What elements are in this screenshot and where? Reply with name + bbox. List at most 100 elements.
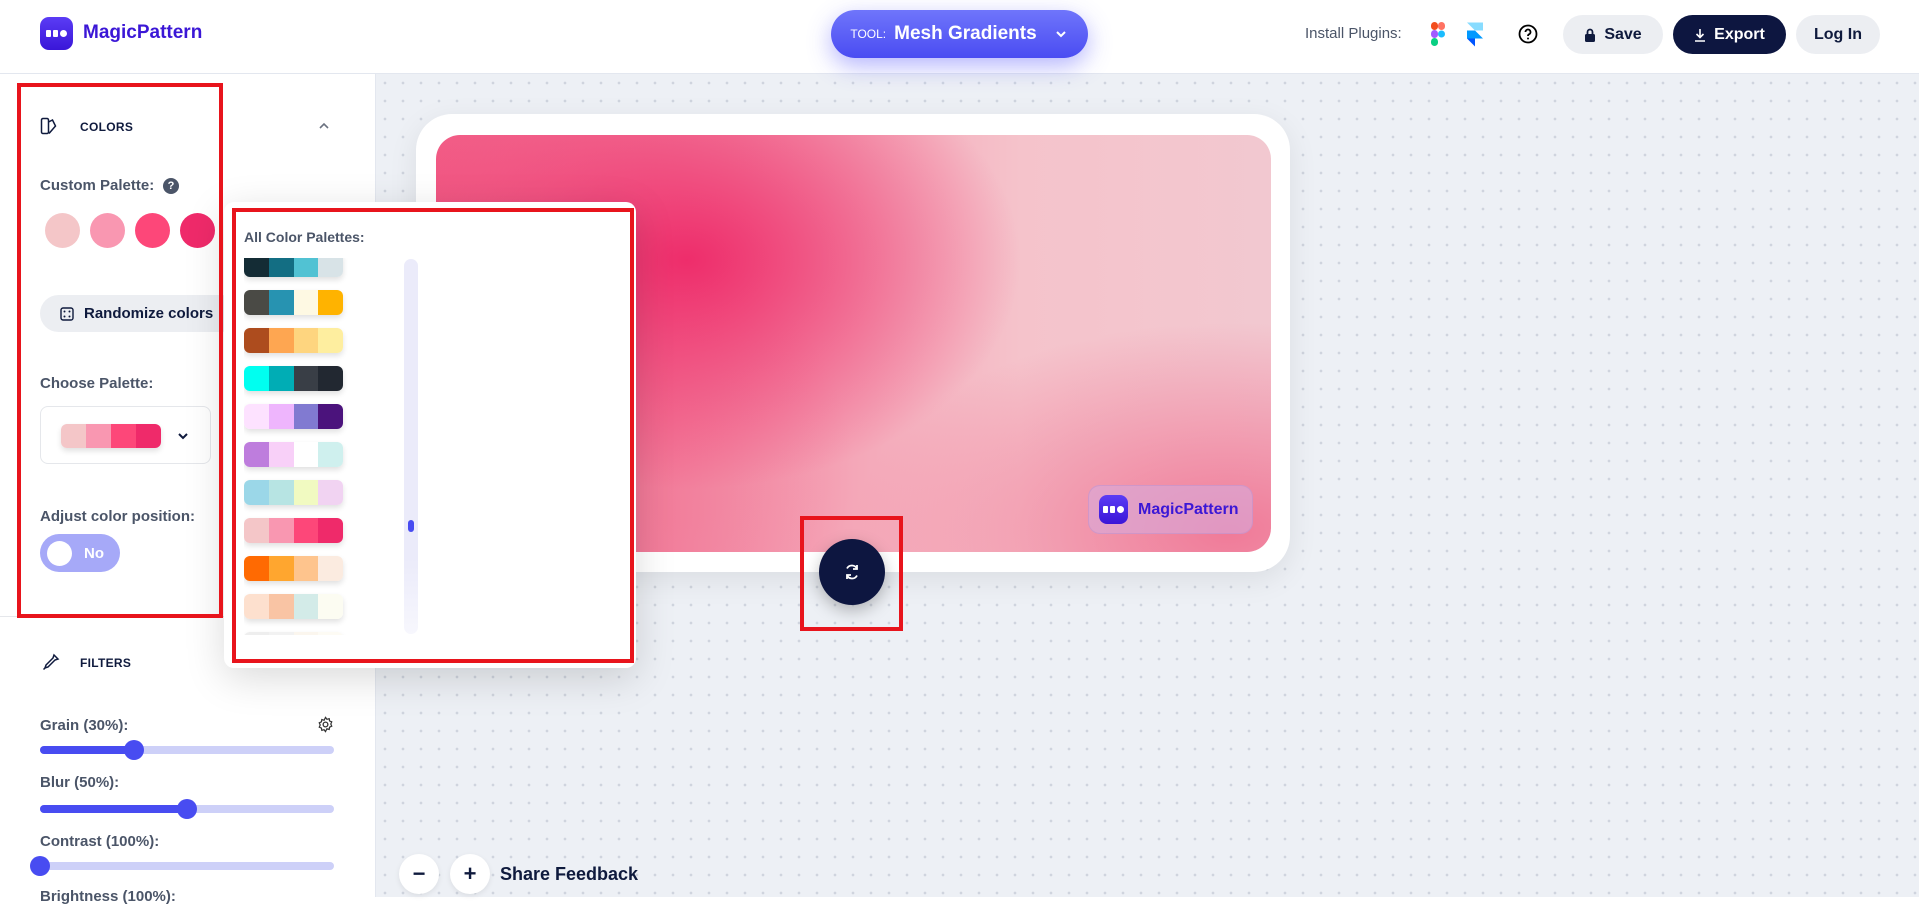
blur-slider[interactable]: [40, 799, 334, 819]
color-chip: [268, 290, 294, 315]
custom-color-swatch[interactable]: [45, 213, 80, 248]
save-button[interactable]: Save: [1563, 15, 1663, 54]
color-chip: [318, 518, 343, 543]
palette-option[interactable]: [244, 366, 343, 391]
tool-selector[interactable]: TOOL: Mesh Gradients: [831, 10, 1088, 58]
color-chip: [268, 518, 294, 543]
palette-list[interactable]: [244, 258, 364, 635]
palette-option[interactable]: [244, 594, 343, 619]
chevron-up-icon[interactable]: [317, 119, 331, 133]
color-chip: [293, 518, 319, 543]
color-chip: [318, 442, 343, 467]
tool-label: TOOL:: [850, 27, 887, 41]
palette-option[interactable]: [244, 632, 343, 635]
eyedropper-icon: [42, 653, 60, 671]
grain-slider[interactable]: [40, 740, 334, 760]
slider-thumb[interactable]: [177, 799, 197, 819]
color-chip: [244, 594, 269, 619]
watermark-badge: MagicPattern: [1088, 485, 1253, 534]
zoom-out-button[interactable]: −: [399, 854, 439, 894]
regenerate-button[interactable]: [819, 539, 885, 605]
toggle-knob: [47, 540, 72, 566]
color-chip: [318, 404, 343, 429]
color-chip: [61, 424, 86, 448]
install-plugins-label: Install Plugins:: [1305, 25, 1402, 42]
adjust-position-toggle[interactable]: No: [40, 534, 120, 572]
color-chip: [318, 480, 343, 505]
help-icon[interactable]: [1518, 24, 1538, 44]
color-chip: [293, 258, 319, 277]
save-label: Save: [1604, 25, 1642, 43]
color-chip: [268, 632, 294, 635]
palette-option[interactable]: [244, 404, 343, 429]
chevron-down-icon: [178, 433, 188, 440]
gear-icon[interactable]: [317, 716, 334, 733]
figma-icon[interactable]: [1431, 22, 1445, 47]
palette-option[interactable]: [244, 258, 343, 277]
login-label: Log In: [1814, 25, 1862, 43]
color-chip: [268, 480, 294, 505]
logo-icon: [40, 17, 73, 50]
color-chip: [244, 290, 269, 315]
custom-color-swatch[interactable]: [90, 213, 125, 248]
palette-option[interactable]: [244, 442, 343, 467]
palette-select[interactable]: [40, 406, 211, 464]
color-chip: [244, 404, 269, 429]
color-chip: [318, 366, 343, 391]
color-chip: [268, 442, 294, 467]
palette-option[interactable]: [244, 518, 343, 543]
color-chip: [268, 366, 294, 391]
login-button[interactable]: Log In: [1796, 15, 1880, 54]
color-chip: [244, 556, 269, 581]
colors-section-title[interactable]: COLORS: [80, 120, 133, 134]
slider-thumb[interactable]: [30, 856, 50, 876]
palette-option[interactable]: [244, 556, 343, 581]
scrollbar-thumb[interactable]: [408, 520, 414, 533]
color-chip: [293, 480, 319, 505]
brand-name[interactable]: MagicPattern: [83, 22, 202, 44]
slider-thumb[interactable]: [124, 740, 145, 760]
custom-palette-label: Custom Palette:: [40, 177, 155, 194]
color-chip: [244, 328, 269, 353]
color-chip: [318, 258, 343, 277]
color-chip: [244, 518, 269, 543]
choose-palette-label: Choose Palette:: [40, 375, 154, 392]
custom-color-list: [45, 213, 215, 248]
top-bar: MagicPattern TOOL: Mesh Gradients Instal…: [0, 0, 1919, 74]
selected-palette-swatch: [61, 424, 161, 448]
palette-dropdown: All Color Palettes:: [224, 202, 636, 668]
color-chip: [293, 556, 319, 581]
color-chip: [318, 594, 343, 619]
scrollbar-track[interactable]: [404, 259, 418, 634]
randomize-colors-button[interactable]: Randomize colors: [40, 295, 240, 332]
framer-icon[interactable]: [1467, 22, 1483, 47]
all-palettes-title: All Color Palettes:: [244, 229, 365, 245]
share-feedback-link[interactable]: Share Feedback: [500, 864, 638, 885]
custom-color-swatch[interactable]: [135, 213, 170, 248]
color-chip: [268, 594, 294, 619]
color-chip: [318, 328, 343, 353]
export-button[interactable]: Export: [1673, 15, 1786, 54]
color-chip: [293, 632, 319, 635]
color-chip: [293, 594, 319, 619]
filters-section-title[interactable]: FILTERS: [80, 656, 131, 670]
color-chip: [86, 424, 111, 448]
custom-color-swatch[interactable]: [180, 213, 215, 248]
color-chip: [244, 258, 269, 277]
badge-text: MagicPattern: [1138, 500, 1239, 518]
adjust-color-position-label: Adjust color position:: [40, 508, 195, 525]
contrast-slider[interactable]: [30, 856, 334, 876]
palette-option[interactable]: [244, 290, 343, 315]
help-icon[interactable]: ?: [163, 178, 179, 194]
zoom-in-button[interactable]: +: [450, 854, 490, 894]
swatch-icon: [40, 117, 57, 135]
color-chip: [318, 632, 343, 635]
color-chip: [268, 556, 294, 581]
minus-icon: −: [412, 861, 426, 886]
color-chip: [244, 442, 269, 467]
tool-value: Mesh Gradients: [894, 23, 1037, 44]
palette-option[interactable]: [244, 328, 343, 353]
randomize-label: Randomize colors: [84, 305, 214, 322]
chevron-down-icon: [1055, 31, 1066, 38]
palette-option[interactable]: [244, 480, 343, 505]
